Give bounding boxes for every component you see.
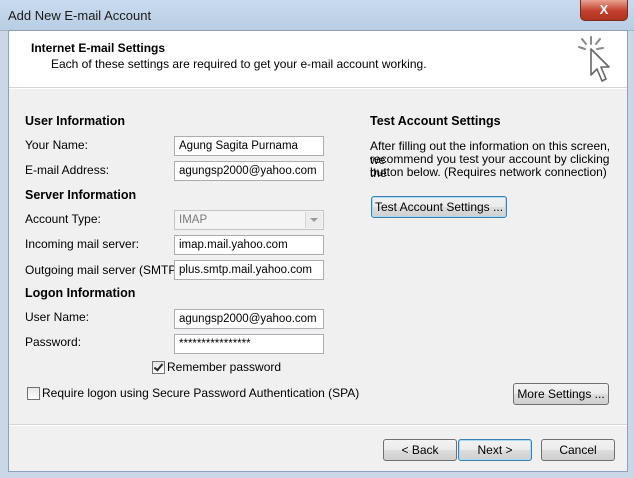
outgoing-server-label: Outgoing mail server (SMTP): — [25, 263, 184, 277]
incoming-server-field[interactable]: imap.mail.yahoo.com — [174, 235, 324, 255]
user-name-field[interactable]: agungsp2000@yahoo.com — [174, 309, 324, 329]
your-name-field[interactable]: Agung Sagita Purnama — [174, 136, 324, 156]
spa-checkbox[interactable] — [27, 387, 40, 400]
back-button[interactable]: < Back — [383, 439, 457, 461]
test-account-settings-button[interactable]: Test Account Settings ... — [371, 196, 507, 218]
test-settings-heading: Test Account Settings — [370, 114, 501, 128]
dialog-header: Internet E-mail Settings Each of these s… — [9, 31, 627, 88]
header-title: Internet E-mail Settings — [31, 41, 166, 55]
header-subtitle: Each of these settings are required to g… — [51, 57, 427, 71]
password-field[interactable]: **************** — [174, 334, 324, 354]
account-type-label: Account Type: — [25, 212, 101, 226]
account-type-select[interactable]: IMAP — [174, 210, 324, 230]
close-icon: X — [599, 2, 609, 17]
cursor-click-icon — [578, 36, 610, 82]
remember-password-label[interactable]: Remember password — [167, 360, 281, 374]
incoming-server-label: Incoming mail server: — [25, 237, 140, 251]
more-settings-button[interactable]: More Settings ... — [513, 383, 609, 405]
user-name-label: User Name: — [25, 310, 90, 324]
server-info-heading: Server Information — [25, 188, 137, 202]
remember-password-checkbox[interactable] — [152, 361, 165, 374]
next-button[interactable]: Next > — [458, 439, 532, 461]
account-type-value: IMAP — [179, 214, 208, 226]
chevron-down-icon[interactable] — [305, 212, 322, 228]
logon-info-heading: Logon Information — [25, 286, 136, 300]
window-title: Add New E-mail Account — [8, 8, 152, 23]
password-label: Password: — [25, 335, 82, 349]
dialog-client-area: Internet E-mail Settings Each of these s… — [8, 30, 628, 472]
cancel-button[interactable]: Cancel — [541, 439, 615, 461]
close-button[interactable]: X — [580, 0, 628, 21]
user-info-heading: User Information — [25, 114, 126, 128]
test-settings-description-3: button below. (Requires network connecti… — [370, 165, 607, 179]
spa-label[interactable]: Require logon using Secure Password Auth… — [42, 386, 359, 400]
email-address-field[interactable]: agungsp2000@yahoo.com — [174, 161, 324, 181]
your-name-label: Your Name: — [25, 138, 88, 152]
title-bar: Add New E-mail Account X — [0, 0, 634, 31]
footer-divider-highlight — [9, 425, 627, 426]
email-address-label: E-mail Address: — [25, 163, 110, 177]
outgoing-server-field[interactable]: plus.smtp.mail.yahoo.com — [174, 260, 324, 280]
settings-panel: User Information Your Name: Agung Sagita… — [9, 88, 627, 425]
